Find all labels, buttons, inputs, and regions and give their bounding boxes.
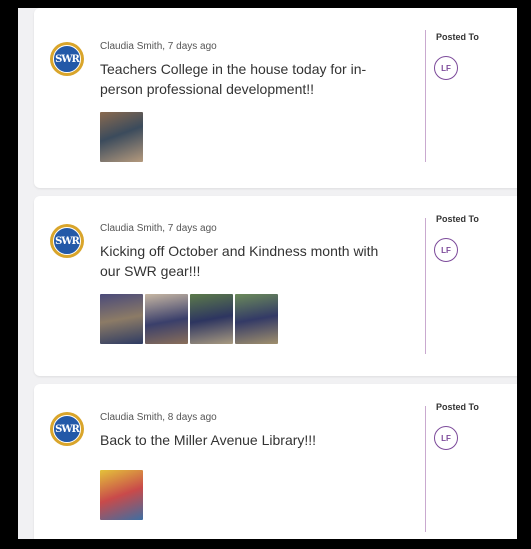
posted-to-badge[interactable]: LF	[434, 56, 458, 80]
school-logo-avatar[interactable]: SWR	[50, 412, 84, 446]
post-card[interactable]: SWR Claudia Smith, 7 days ago Kicking of…	[34, 196, 517, 376]
school-logo-avatar[interactable]: SWR	[50, 224, 84, 258]
posted-to-badge[interactable]: LF	[434, 426, 458, 450]
posted-to-badge[interactable]: LF	[434, 238, 458, 262]
post-message: Back to the Miller Avenue Library!!!	[100, 432, 317, 448]
post-author-time: Claudia Smith, 7 days ago	[100, 41, 217, 52]
divider	[425, 30, 426, 162]
photo-thumbnail[interactable]	[100, 470, 143, 520]
photo-thumbnail[interactable]	[100, 112, 143, 162]
post-author-time: Claudia Smith, 7 days ago	[100, 223, 217, 234]
post-message: Teachers College in the house today for …	[100, 61, 367, 97]
post-card[interactable]: SWR Claudia Smith, 7 days ago Teachers C…	[34, 8, 517, 188]
photo-thumbnail[interactable]	[145, 294, 188, 344]
post-author-time: Claudia Smith, 8 days ago	[100, 412, 217, 423]
posted-to-label: Posted To	[436, 32, 479, 42]
feed-panel: SWR Claudia Smith, 7 days ago Teachers C…	[18, 8, 517, 539]
photo-thumbnail[interactable]	[235, 294, 278, 344]
post-message: Kicking off October and Kindness month w…	[100, 243, 379, 279]
school-logo-icon: SWR	[53, 45, 81, 73]
school-logo-avatar[interactable]: SWR	[50, 42, 84, 76]
divider	[425, 218, 426, 354]
post-photos	[100, 294, 278, 344]
divider	[425, 406, 426, 532]
posted-to-label: Posted To	[436, 214, 479, 224]
photo-thumbnail[interactable]	[100, 294, 143, 344]
post-photos	[100, 470, 143, 520]
post-photos	[100, 112, 143, 162]
posted-to-label: Posted To	[436, 402, 479, 412]
post-card[interactable]: SWR Claudia Smith, 8 days ago Back to th…	[34, 384, 517, 539]
photo-thumbnail[interactable]	[190, 294, 233, 344]
school-logo-icon: SWR	[53, 415, 81, 443]
school-logo-icon: SWR	[53, 227, 81, 255]
